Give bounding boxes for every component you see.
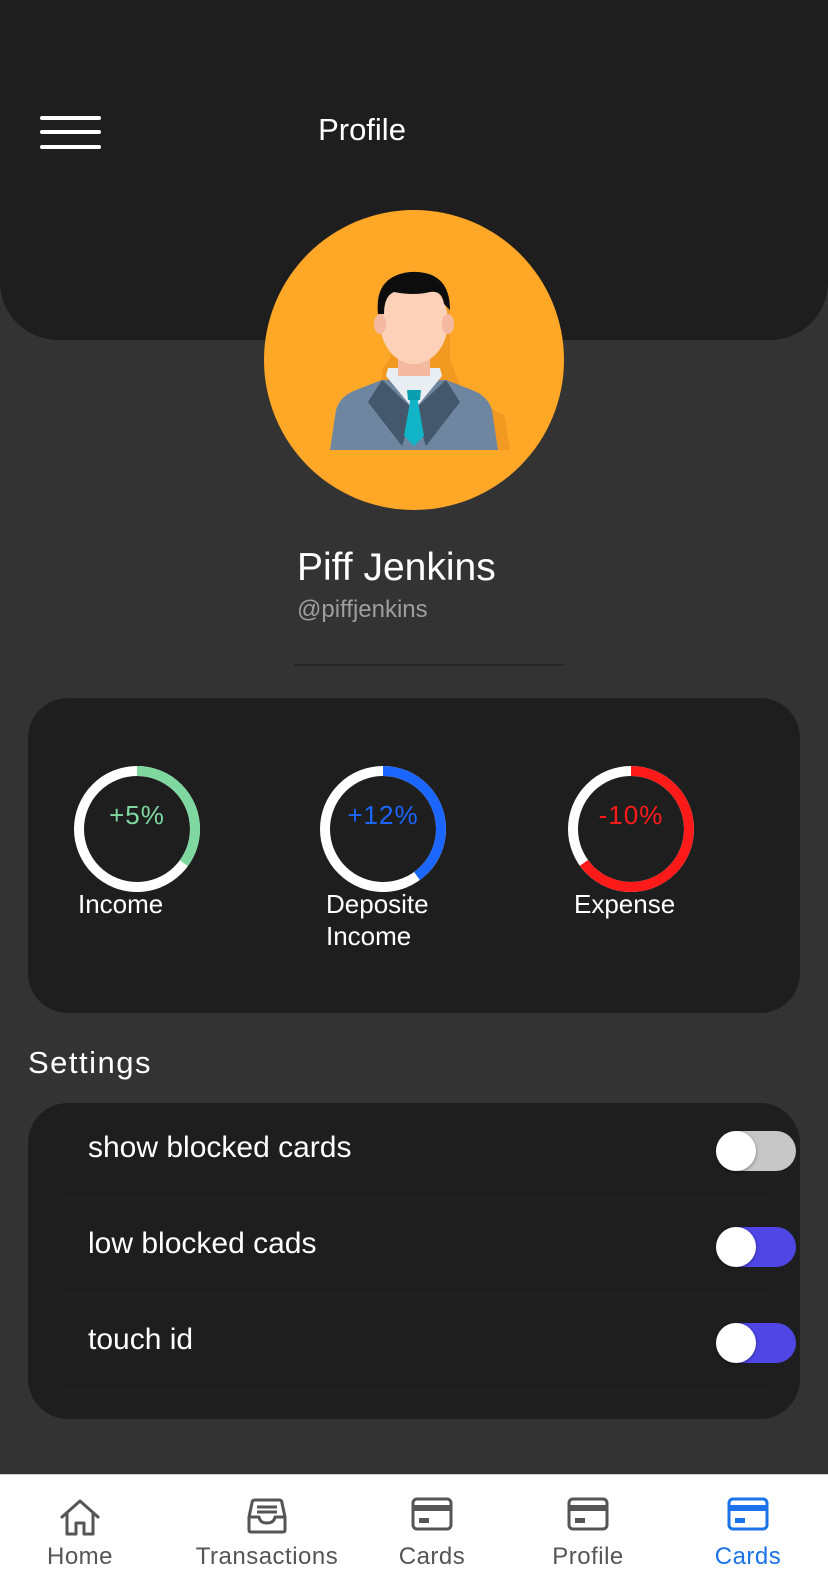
profile-screen: Profile Piff Jenkins @piffjenkins +5% In… <box>0 0 828 1590</box>
toggle-knob <box>716 1227 756 1267</box>
inbox-icon <box>247 1498 287 1534</box>
income-value: +5% <box>109 800 165 830</box>
deposit-income-label: Deposite Income <box>326 888 429 952</box>
nav-transactions[interactable]: Transactions <box>178 1475 356 1590</box>
deposit-income-value: +12% <box>347 800 419 830</box>
credit-card-icon <box>567 1497 609 1531</box>
expense-ring: -10% <box>566 764 696 894</box>
deposit-label-line2: Income <box>326 921 412 951</box>
nav-profile[interactable]: Profile <box>528 1475 648 1590</box>
setting-label: show blocked cards <box>88 1131 352 1164</box>
avatar[interactable] <box>264 210 564 510</box>
income-label: Income <box>78 889 164 919</box>
expense-label: Expense <box>574 889 676 919</box>
bottom-nav: Home Transactions Cards Profile Cards <box>0 1474 828 1590</box>
deposit-income-ring: +12% <box>318 764 448 894</box>
settings-title: Settings <box>28 1045 153 1080</box>
nav-cards[interactable]: Cards <box>372 1475 492 1590</box>
credit-card-icon <box>727 1497 769 1531</box>
page-title: Profile <box>318 112 406 147</box>
low-blocked-cads-toggle[interactable] <box>716 1227 796 1267</box>
settings-card: show blocked cards low blocked cads touc… <box>28 1103 800 1419</box>
nav-home[interactable]: Home <box>20 1475 140 1590</box>
toggle-knob <box>716 1323 756 1363</box>
user-handle: @piffjenkins <box>297 596 428 623</box>
home-icon <box>60 1499 100 1536</box>
deposit-label-line1: Deposite <box>326 889 429 919</box>
expense-value: -10% <box>598 800 664 830</box>
touch-id-toggle[interactable] <box>716 1323 796 1363</box>
nav-label: Cards <box>398 1543 466 1570</box>
setting-label: low blocked cads <box>88 1227 317 1260</box>
setting-row-touch-id: touch id <box>60 1295 796 1391</box>
toggle-knob <box>716 1131 756 1171</box>
divider <box>294 664 564 666</box>
setting-label: touch id <box>88 1323 194 1356</box>
nav-label: Profile <box>552 1543 624 1570</box>
nav-label: Transactions <box>195 1543 339 1570</box>
credit-card-icon <box>411 1497 453 1531</box>
setting-row-low-blocked-cads: low blocked cads <box>60 1199 796 1295</box>
nav-label: Home <box>46 1543 114 1570</box>
nav-cards-active[interactable]: Cards <box>688 1475 808 1590</box>
nav-label: Cards <box>714 1543 782 1570</box>
setting-row-show-blocked-cards: show blocked cards <box>60 1103 796 1199</box>
user-name: Piff Jenkins <box>297 546 496 589</box>
businessman-avatar-icon <box>330 271 510 450</box>
income-ring: +5% <box>72 764 202 894</box>
show-blocked-cards-toggle[interactable] <box>716 1131 796 1171</box>
